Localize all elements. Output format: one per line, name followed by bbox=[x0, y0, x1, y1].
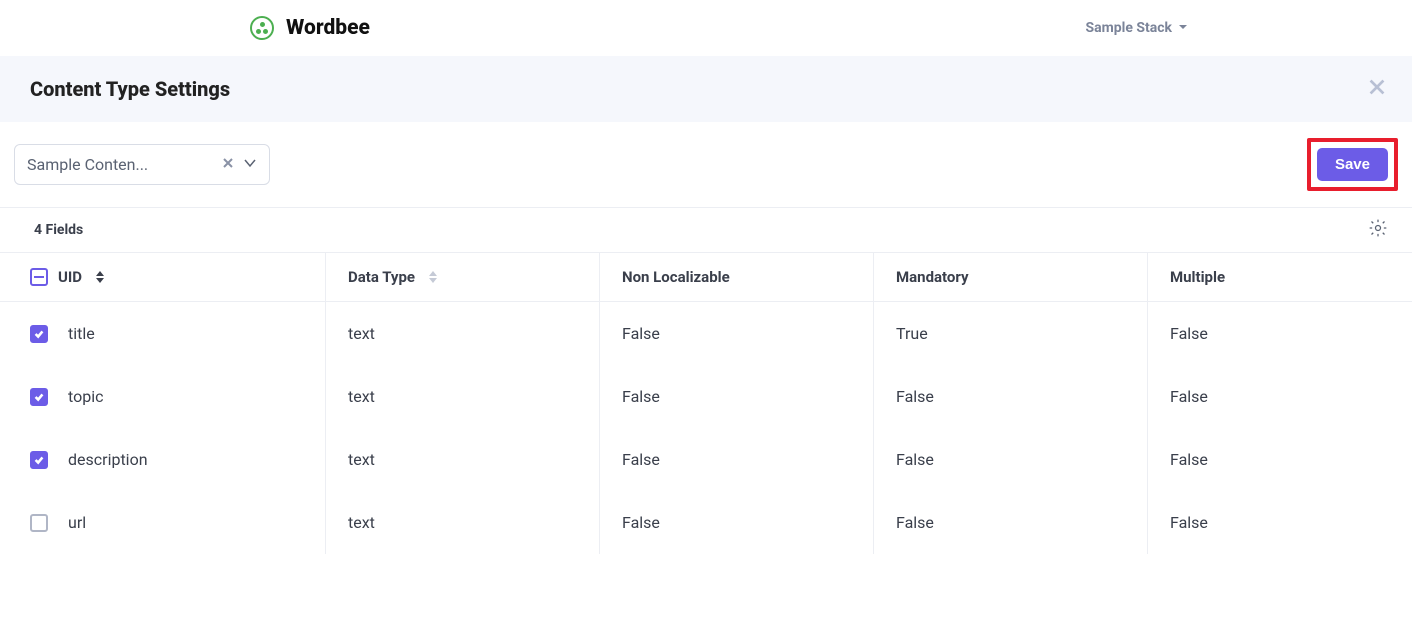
col-header-mandatory-label: Mandatory bbox=[896, 268, 969, 286]
content-type-selector[interactable]: Sample Conten... bbox=[14, 144, 270, 185]
cell-nonlocalizable: False bbox=[600, 428, 874, 491]
cell-uid: topic bbox=[68, 387, 103, 406]
toolbar: Sample Conten... Save bbox=[0, 122, 1412, 208]
table-row: topic bbox=[0, 365, 326, 428]
close-icon bbox=[1366, 83, 1388, 102]
row-checkbox[interactable] bbox=[30, 388, 48, 406]
cell-uid: title bbox=[68, 324, 95, 343]
save-highlight: Save bbox=[1307, 138, 1398, 191]
table-row: url bbox=[0, 491, 326, 554]
table-row: description bbox=[0, 428, 326, 491]
col-header-uid-label: UID bbox=[58, 268, 82, 286]
content-type-label: Sample Conten... bbox=[27, 155, 213, 174]
stack-selector[interactable]: Sample Stack bbox=[1086, 20, 1188, 36]
table-row: title bbox=[0, 302, 326, 365]
cell-nonlocalizable: False bbox=[600, 365, 874, 428]
cell-datatype: text bbox=[326, 302, 600, 365]
cell-mandatory: False bbox=[874, 365, 1148, 428]
cell-mandatory: False bbox=[874, 491, 1148, 554]
chevron-down-icon bbox=[1178, 20, 1188, 36]
settings-title: Content Type Settings bbox=[30, 77, 230, 101]
cell-multiple: False bbox=[1148, 302, 1412, 365]
sort-icon[interactable] bbox=[429, 271, 437, 283]
stack-selector-label: Sample Stack bbox=[1086, 20, 1172, 36]
cell-mandatory: True bbox=[874, 302, 1148, 365]
brand-name: Wordbee bbox=[286, 16, 370, 40]
cell-datatype: text bbox=[326, 428, 600, 491]
cell-uid: url bbox=[68, 513, 86, 532]
col-header-mandatory[interactable]: Mandatory bbox=[874, 253, 1148, 302]
col-header-nonlocalizable-label: Non Localizable bbox=[622, 268, 730, 286]
sort-icon[interactable] bbox=[96, 271, 104, 283]
save-button[interactable]: Save bbox=[1317, 148, 1388, 181]
col-header-multiple[interactable]: Multiple bbox=[1148, 253, 1412, 302]
top-bar: Wordbee Sample Stack bbox=[0, 0, 1412, 56]
cell-mandatory: False bbox=[874, 428, 1148, 491]
cell-multiple: False bbox=[1148, 491, 1412, 554]
col-header-multiple-label: Multiple bbox=[1170, 268, 1225, 286]
col-header-nonlocalizable[interactable]: Non Localizable bbox=[600, 253, 874, 302]
select-all-checkbox[interactable] bbox=[30, 268, 48, 286]
close-button[interactable] bbox=[1366, 76, 1388, 102]
col-header-uid[interactable]: UID bbox=[0, 253, 326, 302]
brand: Wordbee bbox=[250, 16, 370, 40]
fields-table: UID Data Type Non Localizable Mandatory … bbox=[0, 253, 1412, 554]
table-settings-button[interactable] bbox=[1368, 218, 1388, 242]
row-checkbox[interactable] bbox=[30, 514, 48, 532]
cell-datatype: text bbox=[326, 491, 600, 554]
settings-header: Content Type Settings bbox=[0, 56, 1412, 122]
col-header-datatype-label: Data Type bbox=[348, 268, 415, 286]
cell-nonlocalizable: False bbox=[600, 302, 874, 365]
row-checkbox[interactable] bbox=[30, 325, 48, 343]
chevron-down-icon[interactable] bbox=[243, 155, 257, 174]
cell-datatype: text bbox=[326, 365, 600, 428]
cell-nonlocalizable: False bbox=[600, 491, 874, 554]
col-header-datatype[interactable]: Data Type bbox=[326, 253, 600, 302]
clear-selection-icon[interactable] bbox=[221, 155, 235, 174]
subbar: 4 Fields bbox=[0, 208, 1412, 253]
cell-uid: description bbox=[68, 450, 148, 469]
row-checkbox[interactable] bbox=[30, 451, 48, 469]
cell-multiple: False bbox=[1148, 365, 1412, 428]
gear-icon bbox=[1368, 223, 1388, 242]
wordbee-logo-icon bbox=[250, 16, 274, 40]
field-count: 4 Fields bbox=[34, 222, 83, 238]
cell-multiple: False bbox=[1148, 428, 1412, 491]
